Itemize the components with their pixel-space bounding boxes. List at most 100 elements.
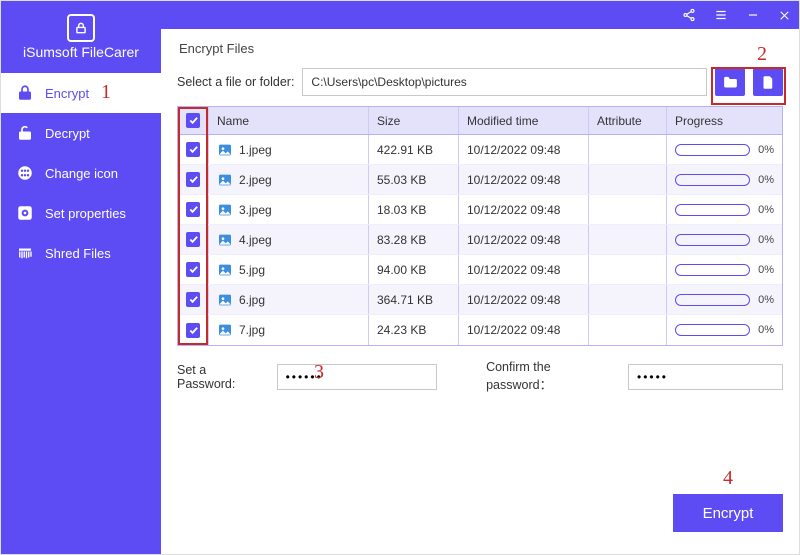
lock-icon — [15, 83, 35, 103]
col-attribute[interactable]: Attribute — [588, 107, 666, 134]
file-modified: 10/12/2022 09:48 — [458, 285, 588, 314]
content: Encrypt Files Select a file or folder: 2… — [161, 29, 799, 554]
table-row[interactable]: 5.jpg 94.00 KB10/12/2022 09:48 0% — [178, 255, 782, 285]
row-checkbox[interactable] — [186, 172, 200, 187]
file-size: 18.03 KB — [368, 195, 458, 224]
set-password-input[interactable] — [277, 364, 437, 390]
file-name: 5.jpg — [239, 263, 265, 277]
section-title: Encrypt Files — [179, 41, 783, 56]
progress-bar — [675, 264, 750, 276]
file-name: 3.jpeg — [239, 203, 272, 217]
sidebar-item-encrypt[interactable]: Encrypt 1 — [1, 73, 161, 113]
col-size[interactable]: Size — [368, 107, 458, 134]
sidebar-item-decrypt[interactable]: Decrypt — [1, 113, 161, 153]
image-file-icon — [217, 202, 233, 218]
sidebar-item-label: Change icon — [45, 166, 118, 181]
image-file-icon — [217, 322, 233, 338]
progress-bar — [675, 144, 750, 156]
col-modified[interactable]: Modified time — [458, 107, 588, 134]
table-header: Name Size Modified time Attribute Progre… — [178, 107, 782, 135]
confirm-password-label: Confirm the password： — [486, 360, 618, 393]
progress-bar — [675, 174, 750, 186]
sidebar: iSumsoft FileCarer Encrypt 1 Decrypt Cha… — [1, 1, 161, 554]
progress-percent: 0% — [758, 204, 774, 216]
file-attribute — [588, 195, 666, 224]
file-modified: 10/12/2022 09:48 — [458, 135, 588, 164]
file-modified: 10/12/2022 09:48 — [458, 315, 588, 345]
progress-percent: 0% — [758, 174, 774, 186]
image-file-icon — [217, 292, 233, 308]
table-row[interactable]: 7.jpg24.23 KB10/12/2022 09:480% — [178, 315, 782, 345]
file-attribute — [588, 255, 666, 284]
file-modified: 10/12/2022 09:48 — [458, 195, 588, 224]
brand: iSumsoft FileCarer — [1, 1, 161, 73]
file-name: 2.jpeg — [239, 173, 272, 187]
file-attribute — [588, 135, 666, 164]
action-area: 4 Encrypt — [177, 393, 783, 542]
file-name: 7.jpg — [239, 323, 265, 337]
sidebar-item-change-icon[interactable]: Change icon — [1, 153, 161, 193]
annotation-4: 4 — [723, 467, 733, 490]
table-row[interactable]: 2.jpeg55.03 KB10/12/2022 09:480% — [178, 165, 782, 195]
grid-icon — [15, 163, 35, 183]
progress-percent: 0% — [758, 264, 774, 276]
file-icon — [761, 74, 776, 91]
sidebar-item-label: Decrypt — [45, 126, 90, 141]
share-icon[interactable] — [682, 8, 696, 22]
file-attribute — [588, 285, 666, 314]
minimize-icon[interactable] — [746, 8, 760, 22]
image-file-icon — [217, 262, 233, 278]
file-select-row: Select a file or folder: — [177, 68, 783, 96]
confirm-password-input[interactable] — [628, 364, 783, 390]
select-label: Select a file or folder: — [177, 75, 294, 89]
browse-file-button[interactable] — [753, 68, 783, 96]
row-checkbox[interactable] — [186, 202, 200, 217]
file-size: 94.00 KB — [368, 255, 458, 284]
file-modified: 10/12/2022 09:48 — [458, 225, 588, 254]
folder-icon — [722, 74, 739, 91]
password-row: Set a Password: 3 Confirm the password： — [177, 360, 783, 393]
file-modified: 10/12/2022 09:48 — [458, 255, 588, 284]
file-modified: 10/12/2022 09:48 — [458, 165, 588, 194]
file-size: 364.71 KB — [368, 285, 458, 314]
progress-bar — [675, 294, 750, 306]
file-name: 1.jpeg — [239, 143, 272, 157]
progress-bar — [675, 204, 750, 216]
row-checkbox[interactable] — [186, 232, 200, 247]
lock-box-icon — [67, 14, 95, 42]
col-progress[interactable]: Progress — [666, 107, 782, 134]
file-table: Name Size Modified time Attribute Progre… — [177, 106, 783, 346]
progress-percent: 0% — [758, 234, 774, 246]
row-checkbox[interactable] — [186, 142, 200, 157]
encrypt-button[interactable]: Encrypt — [673, 494, 783, 532]
table-row[interactable]: 1.jpeg 422.91 KB10/12/2022 09:48 0% — [178, 135, 782, 165]
file-name: 4.jpeg — [239, 233, 272, 247]
sidebar-item-set-properties[interactable]: Set properties — [1, 193, 161, 233]
app-root: iSumsoft FileCarer Encrypt 1 Decrypt Cha… — [1, 1, 799, 554]
annotation-1: 1 — [101, 81, 111, 104]
file-size: 422.91 KB — [368, 135, 458, 164]
header-checkbox[interactable] — [178, 107, 208, 134]
sidebar-item-label: Set properties — [45, 206, 126, 221]
row-checkbox[interactable] — [186, 323, 200, 338]
table-body: 1.jpeg422.91 KB10/12/2022 09:480%2.jpeg5… — [178, 135, 782, 345]
file-size: 83.28 KB — [368, 225, 458, 254]
unlock-icon — [15, 123, 35, 143]
image-file-icon — [217, 172, 233, 188]
file-attribute — [588, 315, 666, 345]
table-row[interactable]: 6.jpg364.71 KB10/12/2022 09:480% — [178, 285, 782, 315]
col-name[interactable]: Name — [208, 107, 368, 134]
sidebar-item-shred-files[interactable]: Shred Files — [1, 233, 161, 273]
row-checkbox[interactable] — [186, 292, 200, 307]
table-row[interactable]: 3.jpeg 18.03 KB10/12/2022 09:48 0% — [178, 195, 782, 225]
brand-label: iSumsoft FileCarer — [23, 44, 139, 60]
close-icon[interactable] — [778, 9, 791, 22]
progress-percent: 0% — [758, 294, 774, 306]
progress-percent: 0% — [758, 144, 774, 156]
row-checkbox[interactable] — [186, 262, 200, 277]
file-size: 24.23 KB — [368, 315, 458, 345]
browse-folder-button[interactable] — [715, 68, 745, 96]
table-row[interactable]: 4.jpeg 83.28 KB10/12/2022 09:48 0% — [178, 225, 782, 255]
path-input[interactable] — [302, 68, 707, 96]
menu-icon[interactable] — [714, 8, 728, 22]
